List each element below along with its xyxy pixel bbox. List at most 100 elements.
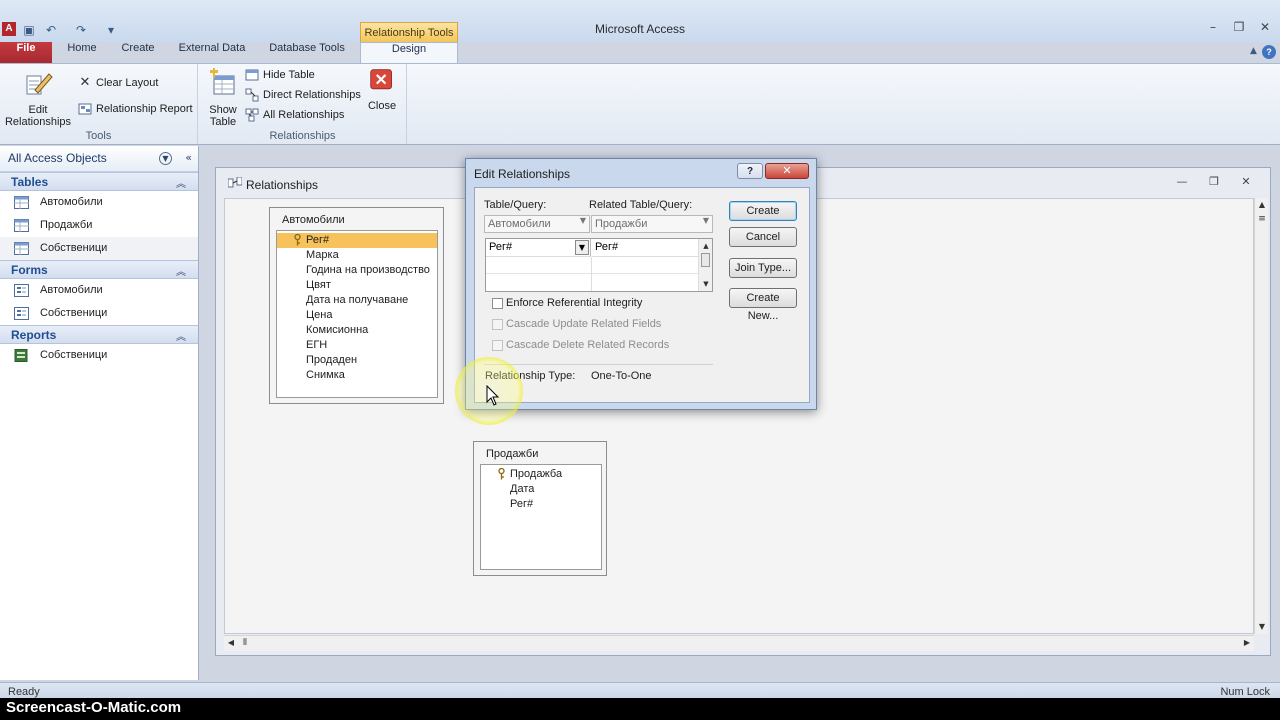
table-field[interactable]: Рег#: [481, 497, 601, 512]
edit-relationships-button[interactable]: Edit Relationships: [4, 68, 72, 128]
field-name: Комисионна: [306, 324, 369, 336]
table-field[interactable]: Цена: [277, 308, 437, 323]
hide-table-icon: [245, 69, 259, 81]
scroll-right-icon[interactable]: ▶: [1240, 636, 1254, 650]
table-prodazhbi[interactable]: Продажби Продажба Дата Рег#: [473, 441, 607, 576]
scroll-left-icon[interactable]: ◀: [224, 636, 238, 650]
close-icon[interactable]: ✕: [1236, 175, 1256, 191]
minimize-ribbon-icon[interactable]: ▲: [1250, 46, 1262, 58]
table-query-label: Table/Query:: [484, 199, 547, 211]
scroll-thumb[interactable]: ≡: [1255, 212, 1269, 226]
nav-item[interactable]: Продажби: [0, 214, 198, 237]
table-field[interactable]: Дата на получаване: [277, 293, 437, 308]
nav-item-label: Собственици: [40, 307, 108, 319]
field-list[interactable]: Рег# Марка Година на производство Цвят Дата …: [276, 230, 438, 398]
show-table-button[interactable]: Show Table: [205, 68, 241, 128]
close-relationships-button[interactable]: Close: [365, 68, 399, 112]
join-type-button[interactable]: Join Type...: [729, 258, 797, 278]
nav-item[interactable]: Автомобили: [0, 191, 198, 214]
table-field[interactable]: Продажба: [481, 467, 601, 482]
show-table-label-line1: Show: [209, 104, 237, 116]
horizontal-scrollbar[interactable]: ◀ ⦀ ▶: [224, 635, 1254, 651]
table-field[interactable]: Продаден: [277, 353, 437, 368]
clear-layout-button[interactable]: ✕ Clear Layout: [78, 76, 159, 94]
enforce-referential-integrity-checkbox[interactable]: [492, 298, 503, 309]
scroll-thumb[interactable]: ⦀: [238, 636, 252, 650]
table-icon: [14, 196, 29, 209]
table-field[interactable]: Рег#: [277, 233, 437, 248]
create-button[interactable]: Create: [729, 201, 797, 221]
grid-empty-row[interactable]: [486, 257, 698, 274]
customize-icon[interactable]: ▾: [104, 23, 118, 37]
dialog-body: Table/Query: Related Table/Query: Автомо…: [474, 187, 810, 403]
undo-icon[interactable]: ↶: [44, 23, 58, 37]
restore-icon[interactable]: ❐: [1226, 18, 1252, 36]
save-icon[interactable]: ▣: [22, 23, 36, 37]
related-table-select[interactable]: Продажби ▼: [591, 215, 713, 233]
watermark-bar: Screencast-O-Matic.com: [0, 698, 1280, 720]
tab-design[interactable]: Design: [360, 42, 458, 64]
title-bar: A ▣ ↶ ↷ ▾ Relationship Tools Microsoft A…: [0, 0, 1280, 42]
tab-file[interactable]: File: [0, 42, 52, 64]
nav-item[interactable]: Собственици: [0, 344, 198, 367]
restore-icon[interactable]: ❐: [1204, 175, 1224, 191]
table-field[interactable]: Година на производство: [277, 263, 437, 278]
table-field[interactable]: Комисионна: [277, 323, 437, 338]
scroll-up-icon[interactable]: ▲: [699, 239, 713, 253]
all-relationships-button[interactable]: All Relationships: [245, 108, 344, 126]
table-field[interactable]: Снимка: [277, 368, 437, 383]
grid-right-cell[interactable]: Рег#: [592, 239, 698, 257]
field-list[interactable]: Продажба Дата Рег#: [480, 464, 602, 570]
chevron-up-icon[interactable]: ︽: [176, 328, 186, 343]
chevron-up-icon[interactable]: ︽: [176, 175, 186, 190]
minimize-icon[interactable]: —: [1172, 175, 1192, 191]
tab-database-tools[interactable]: Database Tools: [262, 42, 352, 64]
create-new-button[interactable]: Create New...: [729, 288, 797, 322]
nav-section-forms[interactable]: Forms ︽: [0, 260, 198, 279]
nav-item[interactable]: Собственици: [0, 237, 198, 260]
nav-section-tables[interactable]: Tables ︽: [0, 172, 198, 191]
table-query-select[interactable]: Автомобили ▼: [484, 215, 590, 233]
help-icon[interactable]: ?: [1262, 45, 1276, 59]
nav-section-title: Tables: [11, 175, 49, 189]
tab-home[interactable]: Home: [58, 42, 106, 64]
cancel-button[interactable]: Cancel: [729, 227, 797, 247]
table-field[interactable]: ЕГН: [277, 338, 437, 353]
hide-table-button[interactable]: Hide Table: [245, 68, 315, 86]
cascade-update-checkbox[interactable]: [492, 319, 503, 330]
table-field[interactable]: Марка: [277, 248, 437, 263]
grid-left-value: Рег#: [489, 241, 513, 253]
nav-item[interactable]: Собственици: [0, 302, 198, 325]
help-icon[interactable]: ?: [737, 163, 763, 179]
chevron-down-icon[interactable]: ▼: [575, 240, 589, 255]
scroll-down-icon[interactable]: ▼: [1255, 620, 1269, 634]
chevron-up-icon[interactable]: ︽: [176, 263, 186, 278]
grid-scrollbar[interactable]: ▲ ▼: [698, 239, 712, 291]
relationship-report-button[interactable]: Relationship Report: [78, 102, 193, 120]
field-name: Рег#: [306, 234, 330, 246]
close-icon[interactable]: ✕: [765, 163, 809, 179]
scroll-down-icon[interactable]: ▼: [699, 277, 713, 291]
scroll-thumb[interactable]: [701, 253, 710, 267]
tab-create[interactable]: Create: [114, 42, 162, 64]
nav-item[interactable]: Автомобили: [0, 279, 198, 302]
scroll-up-icon[interactable]: ▲: [1255, 198, 1269, 212]
vertical-scrollbar[interactable]: ▲ ≡ ▼: [1254, 198, 1268, 634]
close-icon[interactable]: ✕: [1252, 18, 1278, 36]
show-table-icon: [210, 68, 235, 95]
tools-group-label: Tools: [85, 130, 112, 142]
table-field[interactable]: Дата: [481, 482, 601, 497]
redo-icon[interactable]: ↷: [74, 23, 88, 37]
field-name: Цвят: [306, 279, 331, 291]
nav-header[interactable]: All Access Objects ▼ «: [0, 146, 198, 172]
chevron-down-icon[interactable]: ▼: [159, 152, 172, 165]
grid-left-cell[interactable]: Рег# ▼: [486, 239, 591, 257]
table-field[interactable]: Цвят: [277, 278, 437, 293]
direct-relationships-button[interactable]: Direct Relationships: [245, 88, 361, 106]
cascade-delete-checkbox[interactable]: [492, 340, 503, 351]
minimize-icon[interactable]: –: [1200, 18, 1226, 36]
nav-section-reports[interactable]: Reports ︽: [0, 325, 198, 344]
tab-external-data[interactable]: External Data: [172, 42, 252, 64]
table-avtomobili[interactable]: Автомобили Рег# Марка Година на производст…: [269, 207, 444, 404]
collapse-pane-icon[interactable]: «: [185, 151, 192, 164]
